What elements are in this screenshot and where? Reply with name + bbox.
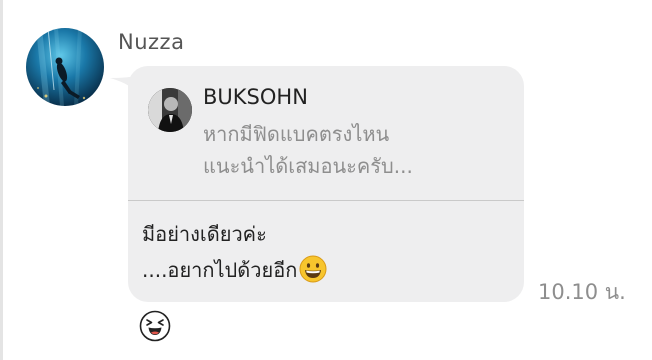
quoted-author-name: BUKSOHN <box>203 85 308 109</box>
quoted-message: หากมีฟิดแบคตรงไหน แนะนำได้เสมอนะครับ... <box>203 118 413 182</box>
message-bubble[interactable]: BUKSOHN หากมีฟิดแบคตรงไหน แนะนำได้เสมอนะ… <box>128 66 524 302</box>
panel-edge <box>0 0 3 360</box>
chat-view: Nuzza BUKSOHN หากมีฟิดแบคตรงไหน แนะนำได้… <box>0 0 652 360</box>
sender-name: Nuzza <box>118 30 185 54</box>
sender-avatar[interactable] <box>26 28 104 106</box>
grinning-face-emoji-icon <box>299 255 327 283</box>
reply-line-with-emoji: ....อยากไปด้วยอีก <box>142 252 327 288</box>
person-avatar-icon <box>148 88 192 132</box>
quoted-author-avatar[interactable] <box>148 88 192 132</box>
quoted-line: หากมีฟิดแบคตรงไหน <box>203 122 390 146</box>
laughing-sticker-icon[interactable] <box>139 310 171 342</box>
diver-avatar-icon <box>26 28 104 106</box>
reply-line: ....อยากไปด้วยอีก <box>142 258 298 282</box>
quote-divider <box>128 200 524 201</box>
reply-message: มีอย่างเดียวค่ะ ....อยากไปด้วยอีก <box>142 216 327 288</box>
message-timestamp: 10.10 น. <box>538 280 626 304</box>
reply-line: มีอย่างเดียวค่ะ <box>142 222 267 246</box>
quoted-line: แนะนำได้เสมอนะครับ... <box>203 154 413 178</box>
